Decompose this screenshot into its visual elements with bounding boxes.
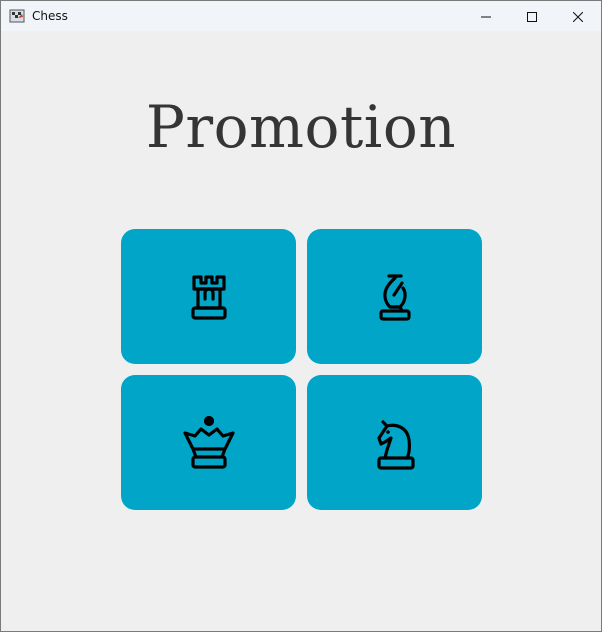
page-title: Promotion (145, 93, 457, 161)
maximize-button[interactable] (509, 1, 555, 31)
rook-icon (189, 272, 229, 322)
close-icon (572, 7, 584, 26)
chess-app-icon (9, 8, 25, 24)
app-window: Chess Promotion (0, 0, 602, 632)
bishop-icon (375, 271, 415, 323)
minimize-button[interactable] (463, 1, 509, 31)
title-bar[interactable]: Chess (1, 1, 601, 31)
window-controls (463, 1, 601, 31)
window-title: Chess (32, 9, 68, 23)
content-area: Promotion (1, 31, 601, 631)
promote-queen-button[interactable] (121, 375, 296, 510)
promote-bishop-button[interactable] (307, 229, 482, 364)
minimize-icon (481, 7, 491, 26)
maximize-icon (527, 7, 537, 26)
knight-icon (373, 416, 417, 470)
close-button[interactable] (555, 1, 601, 31)
promotion-options (121, 229, 482, 511)
promote-knight-button[interactable] (307, 375, 482, 510)
promote-rook-button[interactable] (121, 229, 296, 364)
queen-icon (181, 415, 237, 471)
